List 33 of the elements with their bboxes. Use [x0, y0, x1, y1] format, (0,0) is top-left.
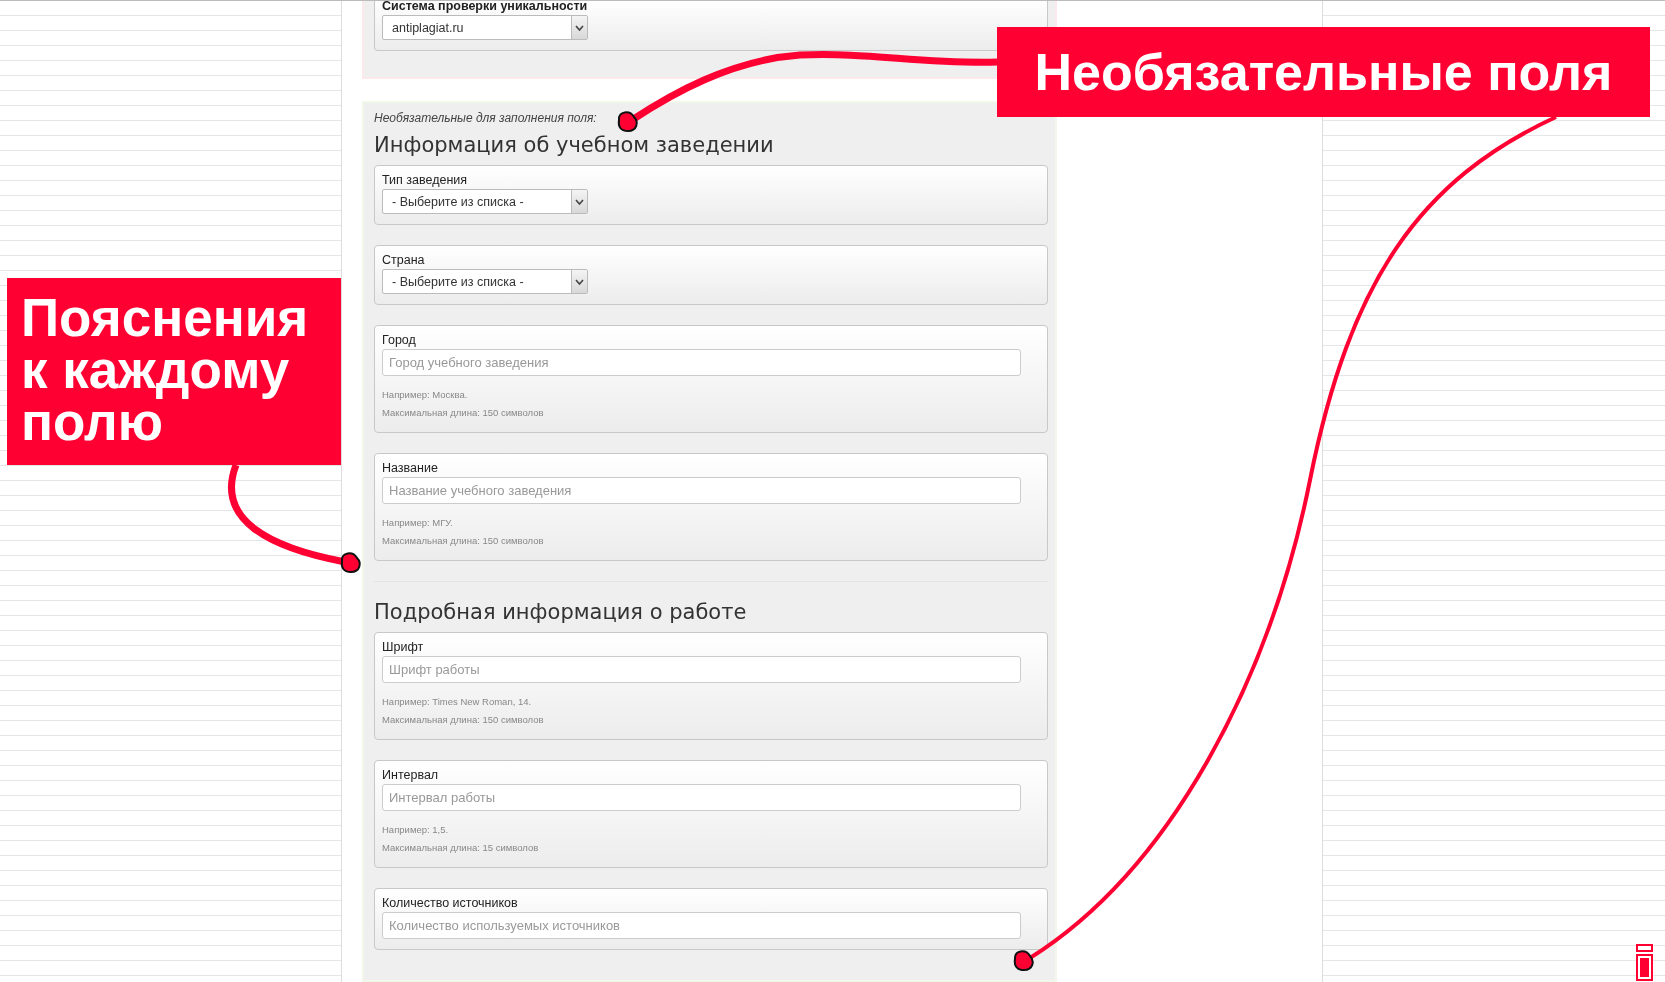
callout-label: Необязательные поля	[997, 27, 1650, 117]
field-hint: Максимальная длина: 150 символов	[382, 713, 545, 727]
text-field[interactable]: Интервал работы	[382, 784, 1021, 811]
field-label: Город	[382, 333, 417, 347]
chevron-icon	[571, 270, 587, 293]
field-hint: Максимальная длина: 150 символов	[382, 534, 545, 548]
text-field[interactable]: Название учебного заведения	[382, 477, 1021, 504]
dropdown[interactable]: - Выберите из списка -	[382, 189, 588, 214]
optional-note: Необязательные для заполнения поля:	[374, 111, 598, 125]
section-heading: Подробная информация о работе	[374, 600, 748, 624]
chevron-icon	[571, 190, 587, 213]
text-field[interactable]: Количество используемых источников	[382, 912, 1021, 939]
field-label: Название	[382, 461, 439, 475]
bin-icon[interactable]	[1636, 944, 1654, 981]
field-hint: Например: 1,5.	[382, 823, 450, 837]
chevron-icon	[571, 16, 587, 39]
field-label: Страна	[382, 253, 426, 267]
section-heading: Информация об учебном заведении	[374, 133, 775, 157]
field-label: Количество источников	[382, 896, 519, 910]
field-hint: Например: Москва.	[382, 388, 469, 402]
callout-label: Пояснения к каждому полю	[7, 278, 341, 465]
text-field[interactable]: Город учебного заведения	[382, 349, 1021, 376]
field-hint: Максимальная длина: 15 символов	[382, 841, 540, 855]
dropdown[interactable]: antiplagiat.ru	[382, 15, 588, 40]
dropdown[interactable]: - Выберите из списка -	[382, 269, 588, 294]
field-hint: Например: МГУ.	[382, 516, 454, 530]
field-label: Шрифт	[382, 640, 425, 654]
text-field[interactable]: Шрифт работы	[382, 656, 1021, 683]
field-hint: Максимальная длина: 150 символов	[382, 406, 545, 420]
field-label: Тип заведения	[382, 173, 469, 187]
field-label: Интервал	[382, 768, 440, 782]
field-hint: Например: Times New Roman, 14.	[382, 695, 533, 709]
field-label: Система проверки уникальности	[382, 1, 589, 13]
